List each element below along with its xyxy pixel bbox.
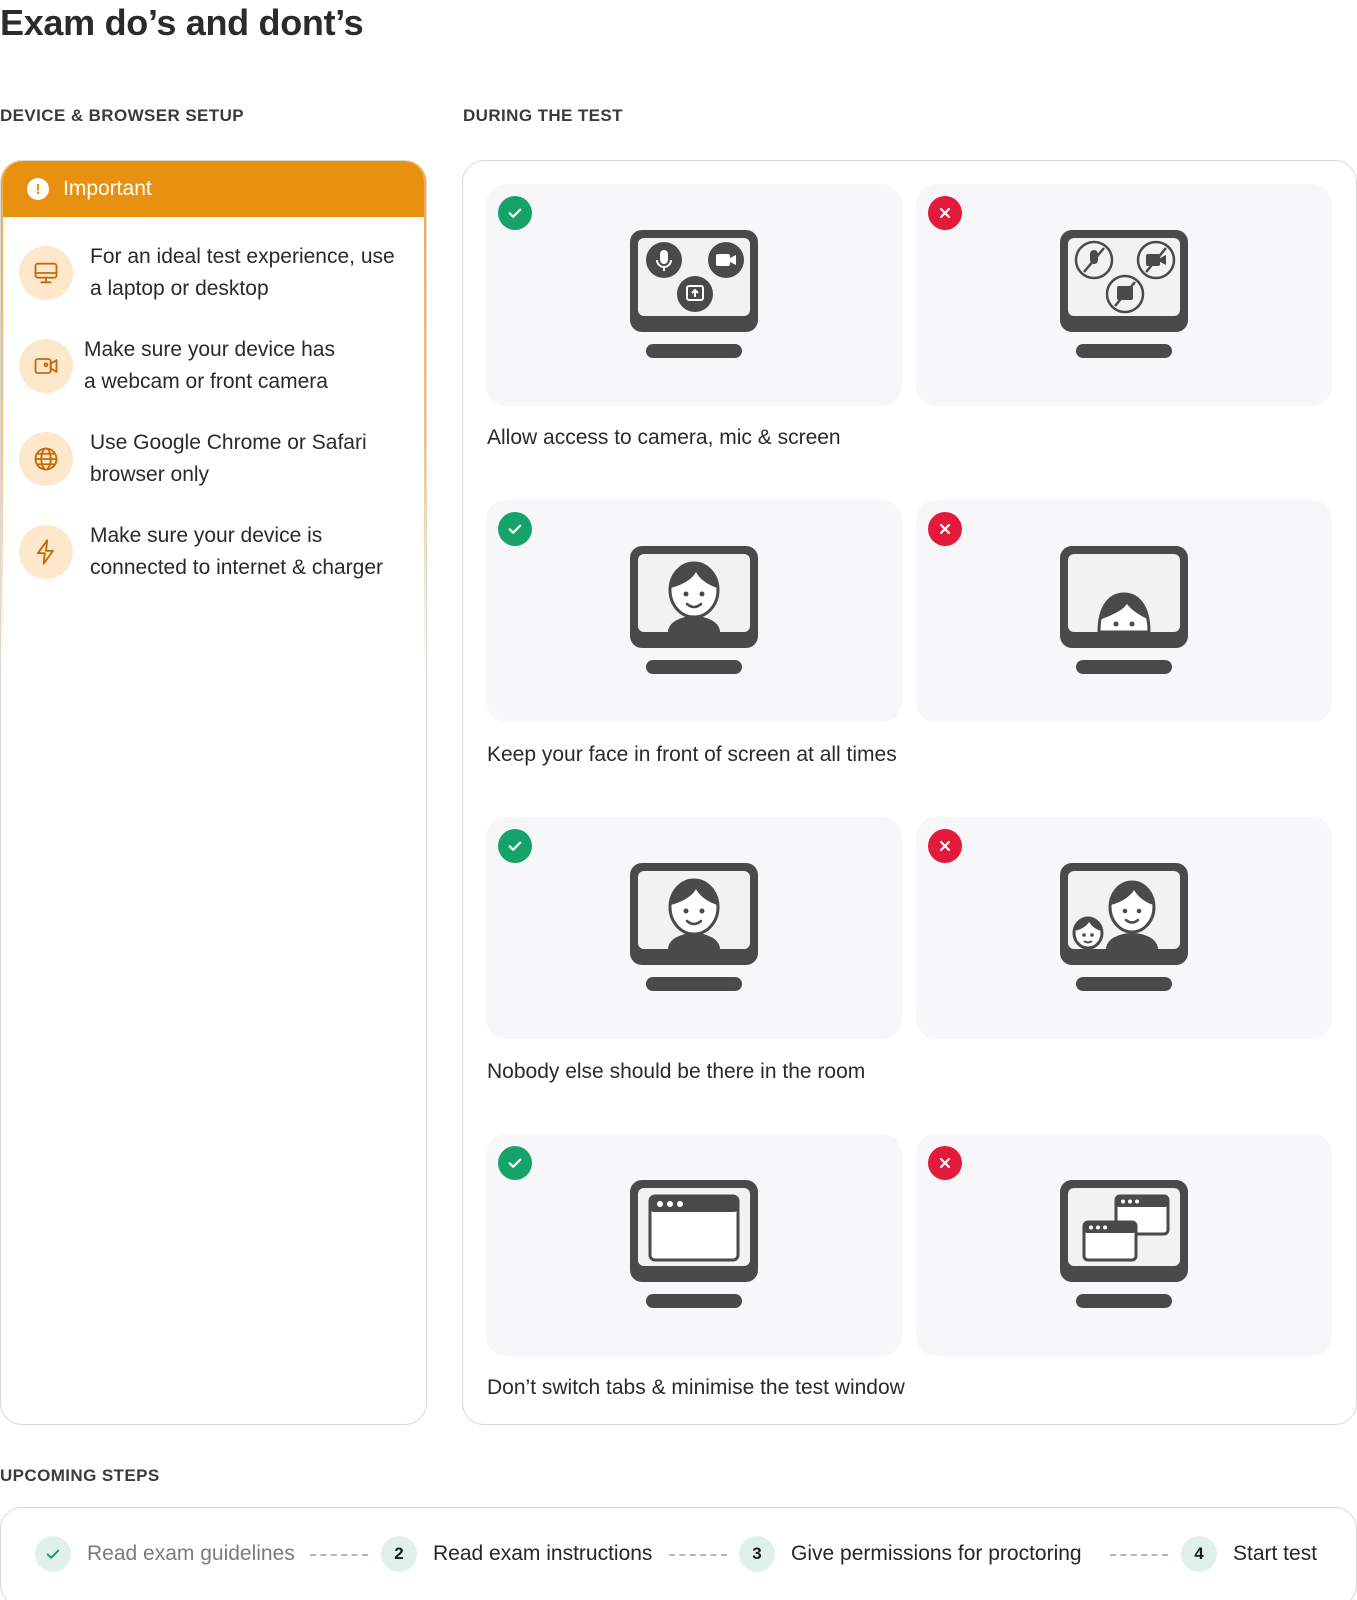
dont-tile (916, 1134, 1332, 1356)
permissions-disabled-icon (1060, 230, 1188, 358)
cross-icon (928, 512, 962, 546)
important-card: ! Important For an ideal test experience… (0, 160, 427, 1425)
lightning-icon (19, 525, 73, 579)
multiple-windows-icon (1060, 1180, 1188, 1308)
desktop-icon (19, 246, 73, 300)
upcoming-steps-bar: Read exam guidelines 2 Read exam instruc… (0, 1507, 1357, 1600)
do-tile (486, 817, 902, 1039)
step-label: Start test (1233, 1542, 1318, 1565)
do-tile (486, 500, 902, 722)
important-header: ! Important (3, 161, 424, 217)
tip-text: For an ideal test experience, use a lapt… (90, 245, 395, 300)
rules-card: Allow access to camera, mic & screen Kee… (462, 160, 1357, 1425)
tip-item: Use Google Chrome or Safari browser only (19, 427, 367, 491)
do-tile (486, 1134, 902, 1356)
tip-text: Make sure your device is connected to in… (90, 524, 384, 579)
tip-item: For an ideal test experience, use a lapt… (19, 241, 395, 305)
step-number: 3 (739, 1536, 775, 1572)
rule-caption: Nobody else should be there in the room (487, 1060, 866, 1083)
exclamation-icon: ! (27, 178, 49, 200)
step-item: Read exam guidelines (35, 1536, 295, 1572)
setup-section-label: DEVICE & BROWSER SETUP (0, 106, 244, 125)
step-number: 4 (1181, 1536, 1217, 1572)
step-connector (669, 1554, 727, 1556)
step-label: Read exam guidelines (87, 1542, 295, 1565)
rule-caption: Allow access to camera, mic & screen (487, 426, 841, 449)
multiple-people-icon (1060, 863, 1188, 991)
step-item: 2 Read exam instructions (381, 1536, 652, 1572)
cross-icon (928, 196, 962, 230)
check-icon (498, 512, 532, 546)
step-item: 4 Start test (1181, 1536, 1317, 1572)
face-centered-icon (630, 546, 758, 674)
check-icon (498, 1146, 532, 1180)
cross-icon (928, 1146, 962, 1180)
globe-icon (19, 432, 73, 486)
check-icon (498, 196, 532, 230)
single-person-icon (630, 863, 758, 991)
cross-icon (928, 829, 962, 863)
step-connector (310, 1554, 368, 1556)
step-item: 3 Give permissions for proctoring (739, 1536, 1082, 1572)
check-icon (498, 829, 532, 863)
webcam-icon (19, 339, 73, 393)
step-label: Read exam instructions (433, 1542, 653, 1565)
permissions-enabled-icon (630, 230, 758, 358)
step-label: Give permissions for proctoring (791, 1542, 1082, 1565)
important-title: Important (63, 177, 152, 200)
tip-item: Make sure your device has a webcam or fr… (19, 334, 335, 398)
step-check-icon (35, 1536, 71, 1572)
dont-tile (916, 184, 1332, 406)
single-window-icon (630, 1180, 758, 1308)
tip-text: Use Google Chrome or Safari browser only (90, 431, 367, 486)
step-connector (1110, 1554, 1168, 1556)
tip-item: Make sure your device is connected to in… (19, 520, 383, 584)
tip-text: Make sure your device has a webcam or fr… (84, 338, 335, 393)
dont-tile (916, 817, 1332, 1039)
dont-tile (916, 500, 1332, 722)
during-section-label: DURING THE TEST (463, 106, 623, 125)
step-number: 2 (381, 1536, 417, 1572)
upcoming-section-label: UPCOMING STEPS (0, 1466, 160, 1485)
page-title: Exam do’s and dont’s (0, 2, 364, 43)
rule-caption: Don’t switch tabs & minimise the test wi… (487, 1376, 905, 1399)
face-hidden-icon (1060, 546, 1188, 674)
do-tile (486, 184, 902, 406)
rule-caption: Keep your face in front of screen at all… (487, 743, 897, 766)
